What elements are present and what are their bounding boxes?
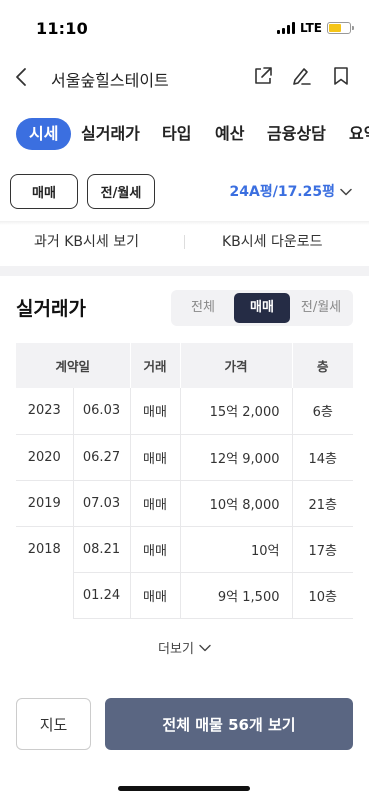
- year-cell: 2018: [27, 541, 61, 557]
- back-icon[interactable]: [12, 66, 32, 88]
- segment-sale[interactable]: 매매: [234, 293, 290, 323]
- transaction-table: 계약일 거래 가격 층 2023 06.03 매매 15억 2,000 6층 2020 06…: [16, 343, 353, 619]
- date-cell: 06.27: [72, 434, 130, 481]
- table-row: 2023 06.03 매매 15억 2,000 6층: [16, 388, 353, 435]
- past-kb-link[interactable]: 과거 KB시세 보기: [34, 231, 139, 251]
- price-cell: 15억 2,000: [179, 388, 292, 435]
- page-title: 서울숲힐스테이트: [51, 71, 169, 90]
- floor-cell: 10층: [291, 572, 353, 619]
- price-cell: 9억 1,500: [179, 572, 292, 619]
- header-shadow: [0, 221, 369, 225]
- kb-download-link[interactable]: KB시세 다운로드: [222, 231, 323, 251]
- map-button[interactable]: 지도: [16, 698, 91, 750]
- tab-type[interactable]: 타입: [162, 118, 191, 150]
- col-type: 거래: [129, 343, 180, 388]
- table-row: 2020 06.27 매매 12억 9,000 14층: [16, 434, 353, 481]
- area-select[interactable]: 24A평/17.25평: [230, 181, 352, 201]
- kb-links: 과거 KB시세 보기 KB시세 다운로드: [0, 226, 369, 262]
- tab-summary[interactable]: 요약: [349, 118, 369, 150]
- type-cell: 매매: [129, 572, 180, 619]
- date-cell: 06.03: [72, 388, 130, 435]
- trade-filter-button[interactable]: 매매: [10, 174, 78, 209]
- nav-header: 서울숲힐스테이트: [0, 56, 369, 98]
- date-cell: 08.21: [72, 526, 130, 573]
- tab-transactions[interactable]: 실거래가: [81, 118, 140, 150]
- status-time: 11:10: [36, 19, 88, 38]
- tab-loan[interactable]: 금융상담: [267, 118, 326, 150]
- type-cell: 매매: [129, 388, 180, 435]
- price-cell: 10억 8,000: [179, 480, 292, 527]
- type-cell: 매매: [129, 434, 180, 481]
- status-indicators: LTE: [276, 21, 354, 35]
- floor-cell: 6층: [291, 388, 353, 435]
- year-cell: 2023: [16, 388, 73, 435]
- year-cell: 2020: [16, 434, 73, 481]
- type-cell: 매매: [129, 526, 180, 573]
- home-indicator: [118, 786, 250, 791]
- col-floor: 층: [291, 343, 353, 388]
- edit-icon[interactable]: [290, 65, 312, 87]
- network-label: LTE: [299, 21, 322, 35]
- rent-filter-button[interactable]: 전/월세: [87, 174, 155, 209]
- floor-cell: 17층: [291, 526, 353, 573]
- segment-rent[interactable]: 전/월세: [292, 293, 350, 323]
- segment-control: 전체 매매 전/월세: [171, 290, 353, 326]
- date-cell: 01.24: [72, 572, 130, 619]
- col-date: 계약일: [16, 343, 130, 388]
- year-cell: 2019: [16, 480, 73, 527]
- table-row: 01.24 매매 9억 1,500 10층: [16, 572, 353, 619]
- section-title: 실거래가: [16, 298, 86, 320]
- divider: [184, 235, 185, 249]
- area-select-label: 24A평/17.25평: [229, 184, 335, 200]
- more-button[interactable]: 더보기: [0, 638, 369, 657]
- price-cell: 10억: [179, 526, 292, 573]
- status-bar: 11:10 LTE: [0, 0, 369, 56]
- table-row: 2019 07.03 매매 10억 8,000 21층: [16, 480, 353, 527]
- table-header: 계약일 거래 가격 층: [16, 343, 353, 388]
- year-cell: [16, 572, 73, 618]
- tab-price[interactable]: 시세: [16, 118, 72, 150]
- price-cell: 12억 9,000: [179, 434, 292, 481]
- col-price: 가격: [179, 343, 292, 388]
- all-listings-button[interactable]: 전체 매물 56개 보기: [105, 698, 353, 750]
- more-label: 더보기: [158, 642, 194, 657]
- share-icon[interactable]: [252, 65, 274, 87]
- floor-cell: 21층: [291, 480, 353, 527]
- tab-budget[interactable]: 예산: [215, 118, 244, 150]
- segment-all[interactable]: 전체: [174, 293, 232, 323]
- chevron-down-icon: [340, 188, 352, 195]
- date-cell: 07.03: [72, 480, 130, 527]
- type-cell: 매매: [129, 480, 180, 527]
- chevron-down-icon: [199, 644, 211, 651]
- section-divider: [0, 266, 369, 276]
- battery-icon: [327, 22, 354, 34]
- tab-bar: 시세 실거래가 타입 예산 금융상담 요약: [0, 112, 369, 156]
- signal-icon: [276, 22, 295, 34]
- bookmark-icon[interactable]: [330, 65, 352, 87]
- table-row: 2018 08.21 매매 10억 17층: [16, 526, 353, 573]
- floor-cell: 14층: [291, 434, 353, 481]
